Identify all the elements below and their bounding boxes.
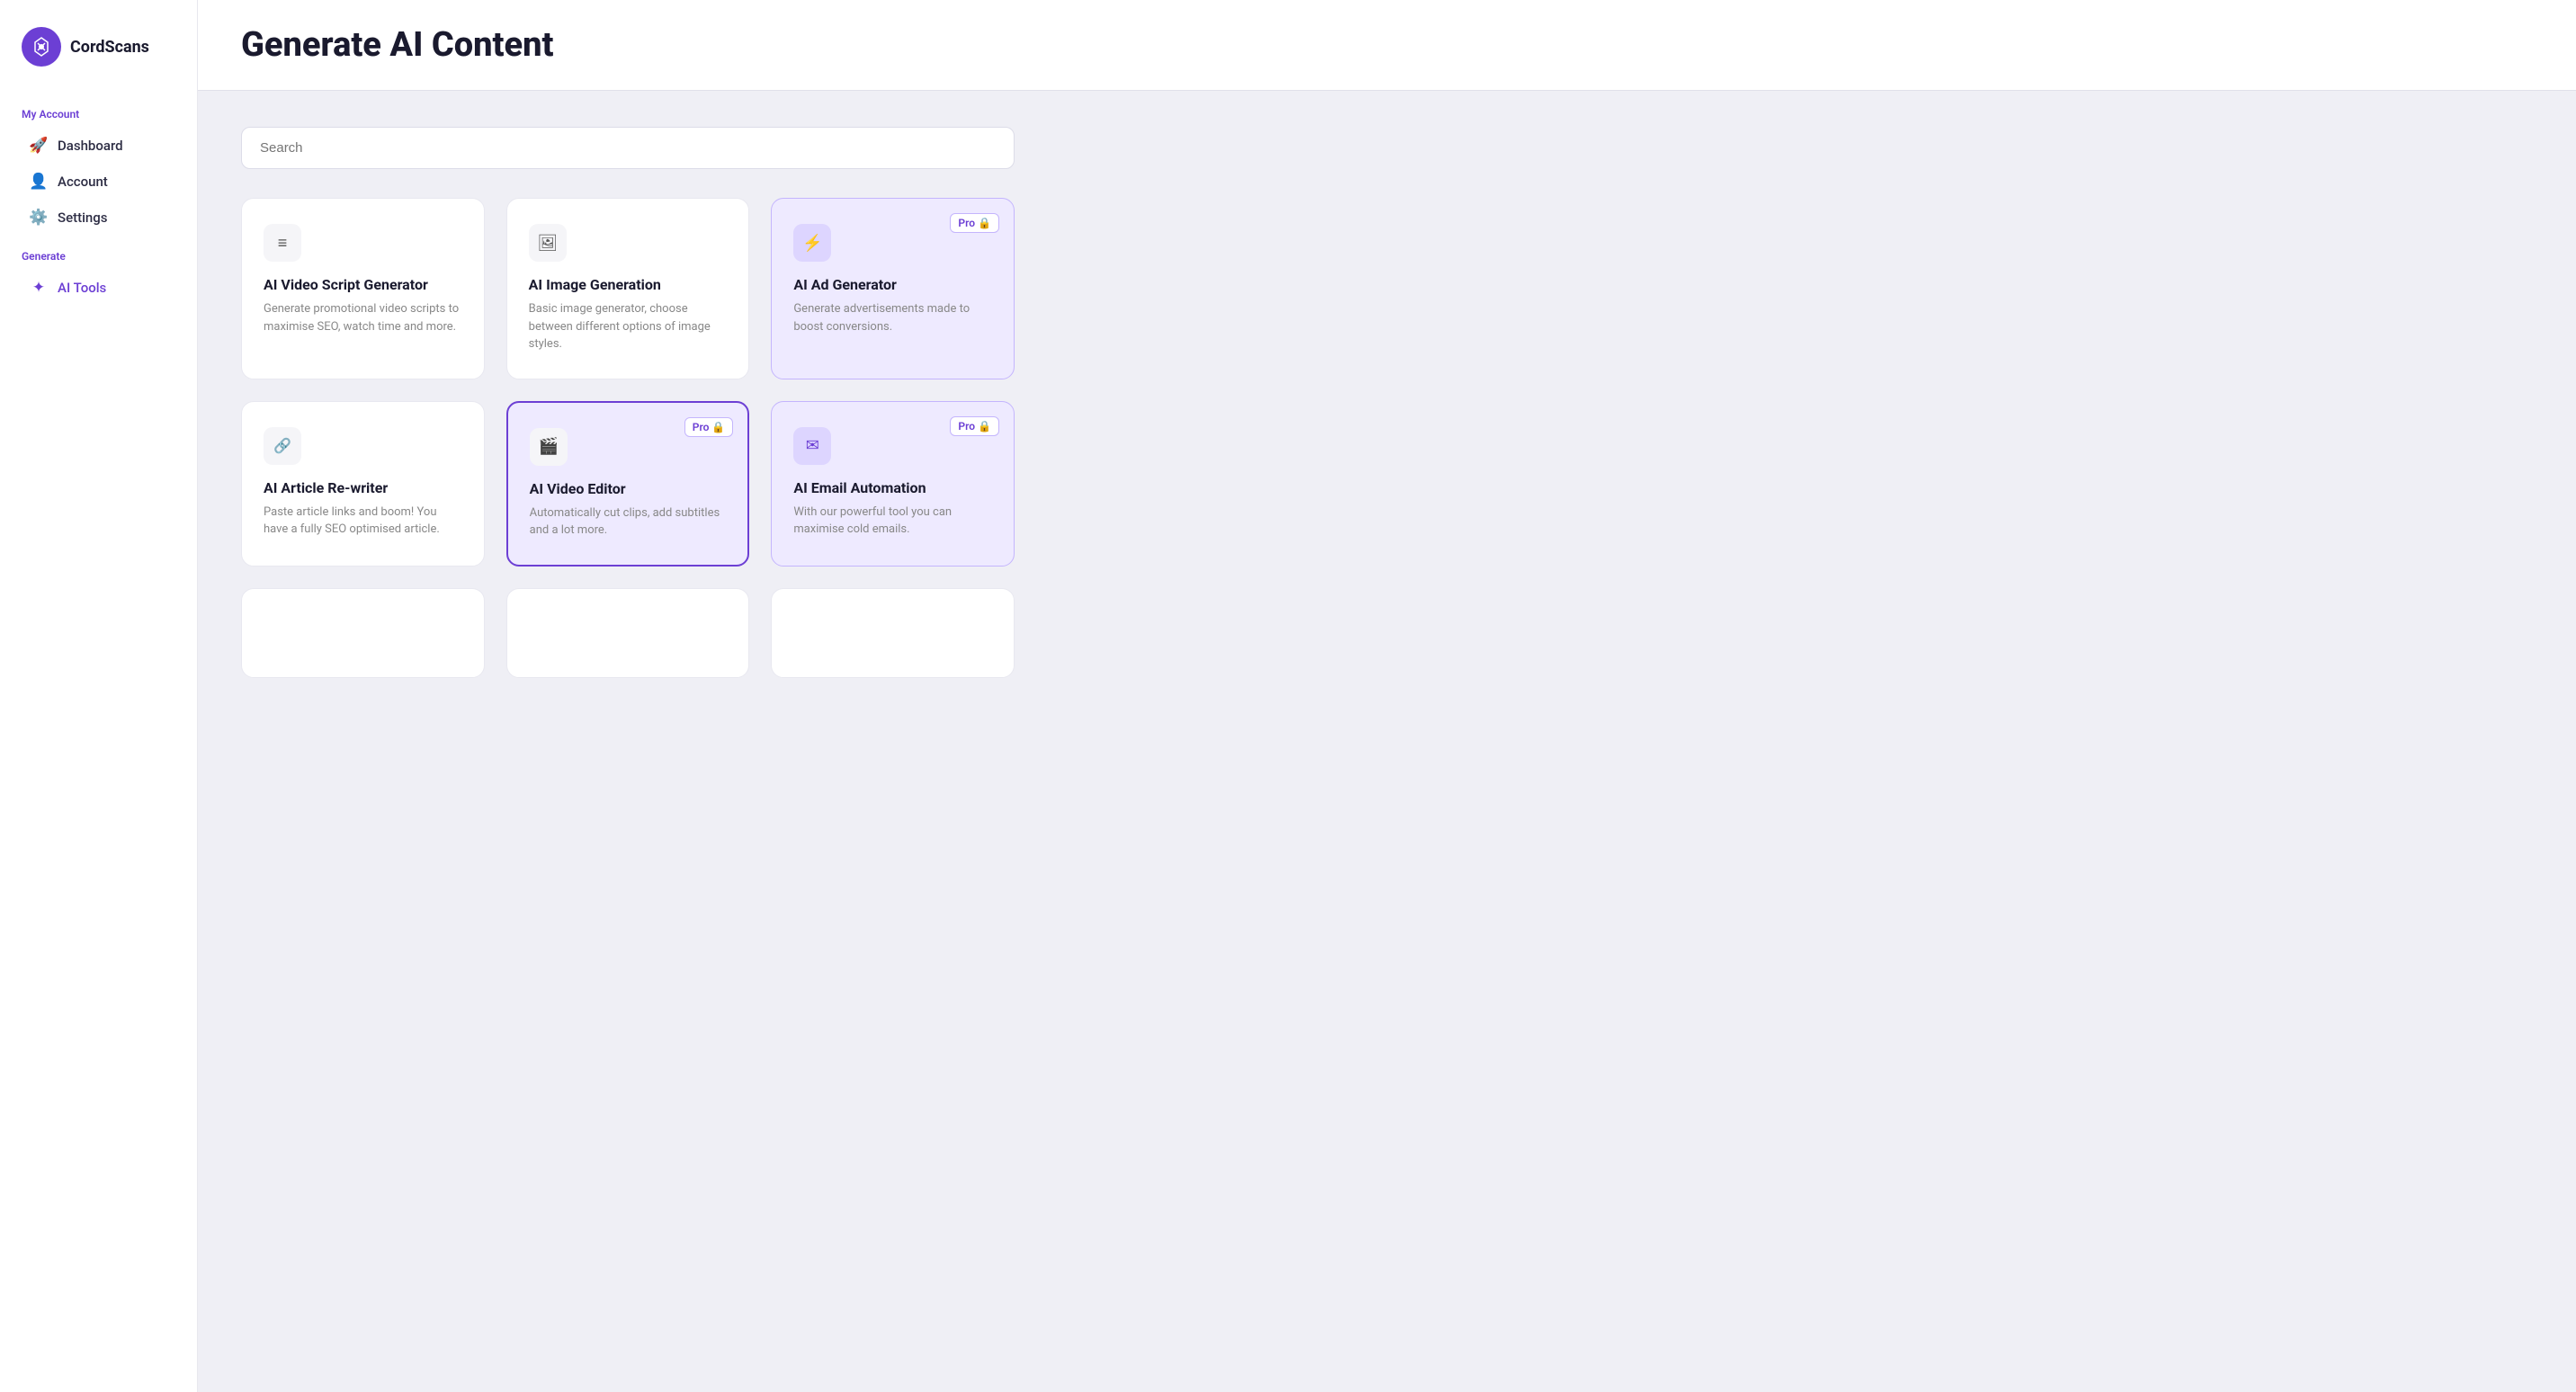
card-ad-gen[interactable]: Pro 🔒 ⚡ AI Ad Generator Generate adverti… [771,198,1015,379]
image-gen-desc: Basic image generator, choose between di… [529,300,728,353]
ad-gen-pro-badge: Pro 🔒 [950,213,999,233]
settings-icon: ⚙️ [29,209,49,227]
sidebar-item-dashboard[interactable]: 🚀 Dashboard [7,128,190,164]
image-gen-icon: 🖼 [537,234,558,253]
dashboard-icon: 🚀 [29,137,49,155]
sidebar-item-account[interactable]: 👤 Account [7,164,190,200]
main-content: Generate AI Content ≡ AI Video Script Ge… [198,0,2576,1392]
ad-gen-title: AI Ad Generator [793,276,992,293]
video-editor-icon: 🎬 [538,437,558,456]
email-automation-icon-wrap: ✉ [793,427,831,465]
card-video-editor[interactable]: Pro 🔒 🎬 AI Video Editor Automatically cu… [506,401,750,567]
sidebar-item-dashboard-label: Dashboard [58,138,123,154]
image-gen-icon-wrap: 🖼 [529,224,567,262]
card-article-rewriter[interactable]: 🔗 AI Article Re-writer Paste article lin… [241,401,485,567]
ad-gen-icon-wrap: ⚡ [793,224,831,262]
video-editor-desc: Automatically cut clips, add subtitles a… [530,504,727,540]
generate-label: Generate [0,236,197,270]
email-automation-icon: ✉ [806,436,819,455]
my-account-label: My Account [0,94,197,128]
page-title: Generate AI Content [241,25,2533,65]
logo-icon [22,27,61,67]
video-editor-pro-badge: Pro 🔒 [684,417,734,437]
video-script-title: AI Video Script Generator [264,276,462,293]
article-rewriter-icon-wrap: 🔗 [264,427,301,465]
main-header: Generate AI Content [198,0,2576,91]
article-rewriter-title: AI Article Re-writer [264,479,462,496]
cards-grid: ≡ AI Video Script Generator Generate pro… [241,198,1015,678]
ai-tools-icon: ✦ [29,279,49,297]
sidebar-item-ai-tools-label: AI Tools [58,280,106,296]
main-body: ≡ AI Video Script Generator Generate pro… [198,91,2576,1392]
sidebar-item-settings[interactable]: ⚙️ Settings [7,200,190,236]
card-partial-3[interactable] [771,588,1015,678]
sidebar-item-settings-label: Settings [58,210,108,226]
logo-area: CordScans [0,18,197,94]
sidebar-item-ai-tools[interactable]: ✦ AI Tools [7,270,190,306]
video-script-icon-wrap: ≡ [264,224,301,262]
card-video-script[interactable]: ≡ AI Video Script Generator Generate pro… [241,198,485,379]
ad-gen-desc: Generate advertisements made to boost co… [793,300,992,335]
sidebar-item-account-label: Account [58,174,108,190]
email-automation-pro-badge: Pro 🔒 [950,416,999,436]
search-bar [241,127,1015,169]
account-icon: 👤 [29,173,49,191]
card-partial-2[interactable] [506,588,750,678]
image-gen-title: AI Image Generation [529,276,728,293]
app-name: CordScans [70,38,149,57]
email-automation-title: AI Email Automation [793,479,992,496]
email-automation-desc: With our powerful tool you can maximise … [793,504,992,539]
video-script-icon: ≡ [278,234,288,253]
video-editor-icon-wrap: 🎬 [530,428,568,466]
ad-gen-icon: ⚡ [802,234,822,253]
sidebar: CordScans My Account 🚀 Dashboard 👤 Accou… [0,0,198,1392]
article-rewriter-desc: Paste article links and boom! You have a… [264,504,462,539]
article-rewriter-icon: 🔗 [273,437,291,454]
search-input[interactable] [241,127,1015,169]
card-email-automation[interactable]: Pro 🔒 ✉ AI Email Automation With our pow… [771,401,1015,567]
video-script-desc: Generate promotional video scripts to ma… [264,300,462,335]
card-image-gen[interactable]: 🖼 AI Image Generation Basic image genera… [506,198,750,379]
video-editor-title: AI Video Editor [530,480,727,497]
card-partial-1[interactable] [241,588,485,678]
